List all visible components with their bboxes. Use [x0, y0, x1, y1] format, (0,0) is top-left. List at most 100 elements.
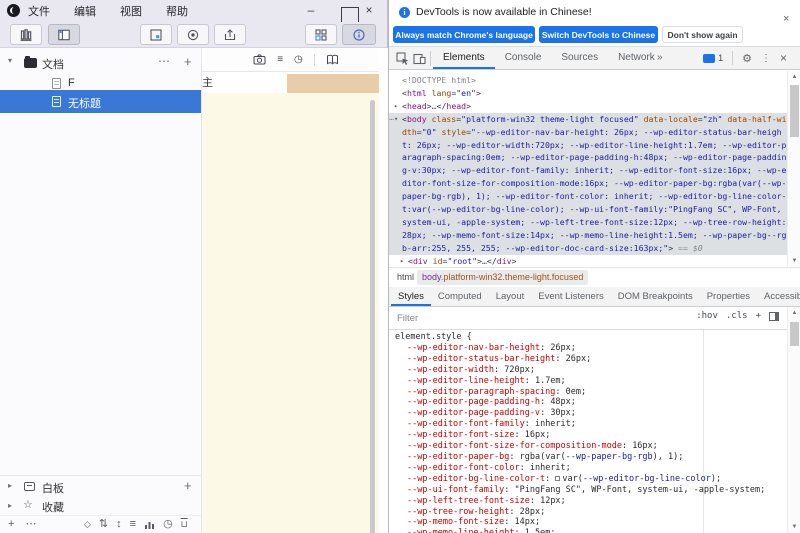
- share-button[interactable]: [214, 24, 246, 45]
- history-icon[interactable]: ◷: [163, 516, 173, 533]
- tab-sources[interactable]: Sources: [551, 47, 608, 69]
- css-property-row[interactable]: --wp-editor-font-color: inherit;: [395, 463, 787, 474]
- styles-tab-event-listeners[interactable]: Event Listeners: [531, 287, 610, 306]
- css-property-row[interactable]: --wp-editor-page-padding-h: 48px;: [395, 397, 787, 408]
- dom-tree-node[interactable]: ▸<div id="root">…</div>: [389, 255, 787, 267]
- styles-scrollbar[interactable]: ▲ ▼: [787, 307, 800, 533]
- more-tabs-icon[interactable]: »: [651, 47, 669, 68]
- scroll-up-arrow[interactable]: ▲: [788, 74, 800, 80]
- styles-tab-properties[interactable]: Properties: [700, 287, 757, 306]
- tab-elements[interactable]: Elements: [433, 47, 495, 69]
- close-button[interactable]: ×: [360, 0, 378, 22]
- dom-tree-node[interactable]: ⋯▾<body class="platform-win32 theme-ligh…: [389, 113, 787, 255]
- chevron-right-icon[interactable]: ▸: [8, 501, 12, 510]
- scroll-down-arrow[interactable]: ▼: [788, 524, 800, 530]
- breadcrumb-body-selected[interactable]: body.platform-win32.theme-light.focused: [417, 270, 588, 285]
- kebab-menu-icon[interactable]: ⋮: [761, 53, 771, 64]
- scroll-down-arrow[interactable]: ▼: [788, 258, 800, 264]
- list-order-icon[interactable]: ≡: [130, 516, 136, 533]
- view-button[interactable]: [177, 24, 209, 45]
- css-property-row[interactable]: --wp-memo-line-height: 1.5em;: [395, 528, 787, 533]
- styles-filter-input[interactable]: [395, 310, 585, 326]
- menu-item-0[interactable]: 文件: [28, 3, 50, 19]
- bookshelf-button[interactable]: [10, 24, 42, 45]
- menu-item-1[interactable]: 编辑: [74, 3, 96, 19]
- editor-paper[interactable]: [202, 93, 379, 533]
- chevron-down-icon[interactable]: ▾: [8, 56, 12, 65]
- expand-arrow-icon[interactable]: ▸: [394, 100, 398, 113]
- tab-console[interactable]: Console: [495, 47, 552, 69]
- distribute-down-icon[interactable]: ↕: [116, 516, 122, 533]
- css-property-row[interactable]: --wp-editor-page-padding-v: 30px;: [395, 408, 787, 419]
- sidebar-toggle-button[interactable]: [48, 24, 80, 45]
- style-selector[interactable]: element.style {: [395, 332, 787, 343]
- reading-mode-icon[interactable]: [326, 53, 339, 66]
- camera-icon[interactable]: [253, 53, 266, 66]
- chevron-right-icon[interactable]: ▸: [8, 481, 12, 490]
- scroll-up-arrow[interactable]: ▲: [788, 310, 800, 316]
- infobar-close-icon[interactable]: ×: [783, 13, 789, 25]
- outline-list-icon[interactable]: ≡: [277, 54, 283, 65]
- sidebar-item-untitled-selected[interactable]: 无标题: [0, 90, 201, 113]
- devtools-close-icon[interactable]: ×: [780, 51, 787, 65]
- breadcrumb-html[interactable]: html: [397, 272, 414, 282]
- css-property-row[interactable]: --wp-editor-font-family: inherit;: [395, 419, 787, 430]
- css-property-row[interactable]: --wp-editor-paper-bg: rgba(var(--wp-pape…: [395, 452, 787, 463]
- styles-tab-layout[interactable]: Layout: [489, 287, 532, 306]
- dom-tree-node[interactable]: <html lang="en">: [389, 87, 787, 100]
- diamond-icon[interactable]: ◇: [84, 516, 91, 533]
- styles-tab-dom-breakpoints[interactable]: DOM Breakpoints: [611, 287, 700, 306]
- chart-icon[interactable]: [144, 519, 155, 530]
- trash-icon[interactable]: ⊔: [181, 516, 188, 533]
- css-property-row[interactable]: --wp-editor-font-size: 16px;: [395, 430, 787, 441]
- more-icon[interactable]: ⋯: [25, 516, 36, 533]
- css-property-row[interactable]: --wp-editor-status-bar-height: 26px;: [395, 354, 787, 365]
- dom-tree-node[interactable]: <!DOCTYPE html>: [389, 74, 787, 87]
- css-var-link[interactable]: --wp-paper-bg-rgb: [566, 452, 653, 462]
- collapse-arrow-icon[interactable]: ▾: [394, 113, 398, 126]
- history-icon[interactable]: ◷: [294, 54, 303, 65]
- apps-grid-button[interactable]: [305, 24, 337, 45]
- add-icon[interactable]: +: [8, 516, 14, 533]
- css-property-row[interactable]: --wp-ui-font-family: "PingFang SC", WP-F…: [395, 485, 787, 496]
- css-property-row[interactable]: --wp-memo-font-size: 14px;: [395, 517, 787, 528]
- always-match-language-button[interactable]: Always match Chrome's language: [393, 26, 535, 43]
- css-property-row[interactable]: --wp-editor-nav-bar-height: 26px;: [395, 343, 787, 354]
- elements-scrollbar[interactable]: ▲ ▼: [787, 71, 800, 267]
- css-property-row[interactable]: --wp-tree-row-height: 28px;: [395, 507, 787, 518]
- menu-item-2[interactable]: 视图: [120, 3, 142, 19]
- device-toolbar-icon[interactable]: [413, 52, 426, 65]
- css-property-row[interactable]: --wp-left-tree-font-size: 12px;: [395, 496, 787, 507]
- distribute-up-icon[interactable]: ⇅: [99, 516, 108, 533]
- sidebar-section-whiteboard[interactable]: ▸ 白板 +: [0, 477, 201, 497]
- add-whiteboard-button[interactable]: +: [184, 478, 192, 493]
- inspect-element-icon[interactable]: [396, 52, 409, 65]
- menu-item-3[interactable]: 帮助: [166, 3, 188, 19]
- editor-scrollbar[interactable]: [370, 100, 375, 533]
- scale-button[interactable]: [140, 24, 172, 45]
- add-document-button[interactable]: +: [184, 54, 192, 69]
- maximize-button[interactable]: [332, 0, 350, 22]
- expand-more-icon[interactable]: ⋯: [389, 113, 393, 126]
- css-property-row[interactable]: --wp-editor-width: 720px;: [395, 365, 787, 376]
- scroll-thumb[interactable]: [790, 85, 799, 137]
- styles-tab-computed[interactable]: Computed: [431, 287, 489, 306]
- minimize-button[interactable]: –: [302, 0, 320, 22]
- panel-toggle-icon[interactable]: [769, 312, 779, 321]
- toggle-hover-state-button[interactable]: :hov: [696, 311, 718, 321]
- dont-show-again-button[interactable]: Don't show again: [662, 26, 743, 43]
- css-property-row[interactable]: --wp-editor-font-size-for-composition-mo…: [395, 441, 787, 452]
- info-button[interactable]: [342, 24, 376, 45]
- settings-gear-icon[interactable]: ⚙: [742, 52, 752, 65]
- css-property-row[interactable]: --wp-editor-paragraph-spacing: 0em;: [395, 387, 787, 398]
- styles-tab-styles[interactable]: Styles: [391, 287, 431, 306]
- expand-arrow-icon[interactable]: ▸: [400, 255, 404, 267]
- console-message-icon[interactable]: [703, 54, 715, 63]
- dom-tree-node[interactable]: ▸<head>…</head>: [389, 100, 787, 113]
- color-swatch[interactable]: [555, 476, 560, 481]
- more-button[interactable]: ⋯: [158, 54, 170, 68]
- css-var-link[interactable]: --wp-editor-bg-line-color: [583, 474, 711, 484]
- scroll-thumb[interactable]: [790, 322, 799, 346]
- css-property-row[interactable]: --wp-editor-line-height: 1.7em;: [395, 376, 787, 387]
- switch-devtools-chinese-button[interactable]: Switch DevTools to Chinese: [539, 26, 658, 43]
